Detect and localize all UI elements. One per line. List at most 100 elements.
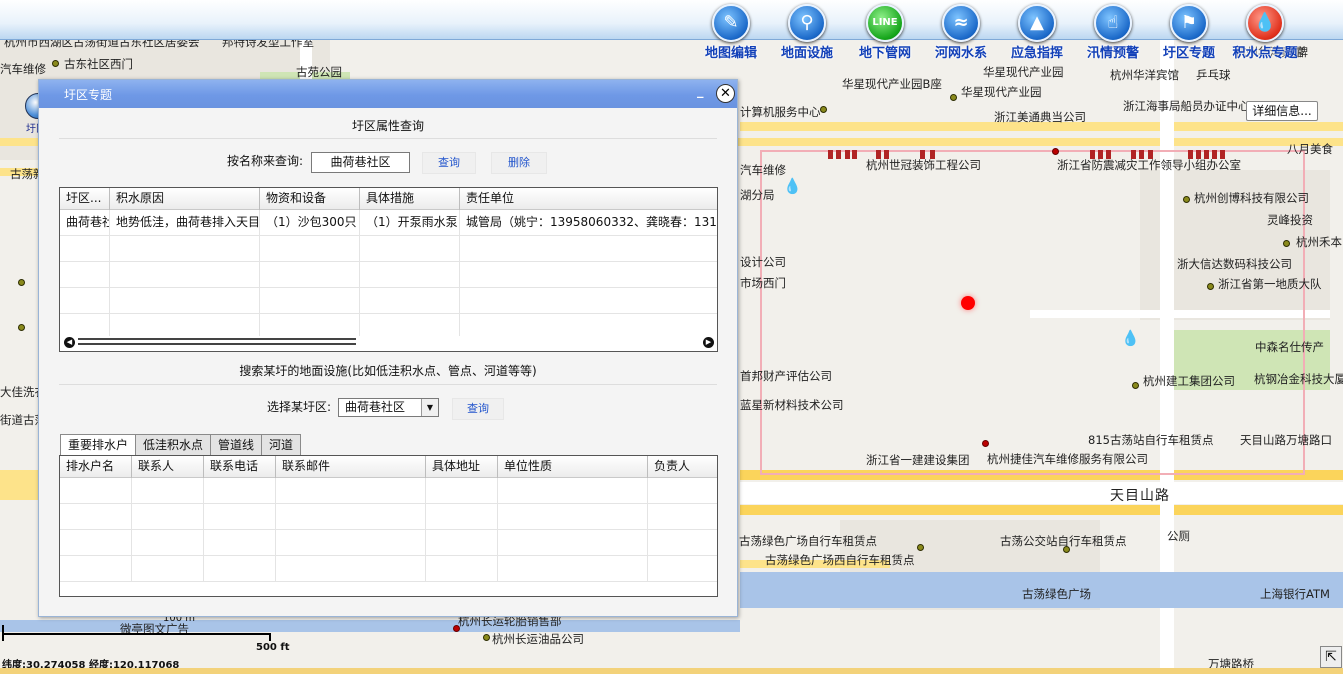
table-cell bbox=[360, 288, 460, 314]
detail-info-button[interactable]: 详细信息... bbox=[1246, 101, 1318, 121]
table-cell bbox=[204, 478, 276, 504]
water-drop-icon[interactable]: 💧 bbox=[1121, 330, 1140, 346]
toolbar-map-edit-button[interactable]: ✎ 地图编辑 bbox=[696, 4, 766, 61]
chevron-down-icon[interactable]: ▼ bbox=[421, 399, 438, 416]
poi-dot[interactable] bbox=[483, 634, 490, 641]
ground-facility-icon: ⚲ bbox=[788, 4, 826, 42]
table-cell bbox=[260, 262, 360, 288]
column-header[interactable]: 具体地址 bbox=[426, 456, 498, 478]
table-row[interactable] bbox=[60, 288, 717, 314]
toolbar-label: 地下管网 bbox=[858, 46, 911, 61]
scroll-thumb[interactable] bbox=[78, 338, 356, 345]
tab-3[interactable]: 河道 bbox=[261, 434, 302, 455]
poi-dot[interactable] bbox=[820, 106, 827, 113]
table-cell bbox=[60, 288, 110, 314]
toolbar-label: 圩区专题 bbox=[1162, 46, 1215, 61]
map-label: 浙江海事局船员办证中心 bbox=[1123, 99, 1250, 113]
poi-dot[interactable] bbox=[950, 94, 957, 101]
toolbar-waterlogging-button[interactable]: 💧 积水点专题 bbox=[1230, 4, 1300, 61]
poi-marker[interactable] bbox=[852, 150, 857, 159]
scroll-left-icon[interactable]: ◀ bbox=[64, 337, 75, 348]
flood-warning-icon: ☝ bbox=[1094, 4, 1132, 42]
table-cell bbox=[360, 236, 460, 262]
poi-dot[interactable] bbox=[1183, 196, 1190, 203]
query-button[interactable]: 查询 bbox=[422, 152, 476, 174]
map-label: 浙江美通典当公司 bbox=[994, 110, 1086, 124]
table-cell bbox=[204, 504, 276, 530]
table-row[interactable] bbox=[60, 504, 717, 530]
table-cell bbox=[426, 556, 498, 582]
delete-button[interactable]: 删除 bbox=[491, 152, 547, 174]
poi-dot[interactable] bbox=[1132, 382, 1139, 389]
toolbar-flood-warning-button[interactable]: ☝ 汛情预警 bbox=[1078, 4, 1148, 61]
selected-polder-marker[interactable] bbox=[961, 296, 975, 310]
poi-dot[interactable] bbox=[52, 60, 59, 67]
polder-select[interactable]: 曲荷巷社区 ▼ bbox=[338, 398, 439, 417]
map-label: 湖分局 bbox=[740, 188, 775, 202]
poi-marker[interactable] bbox=[845, 150, 850, 159]
map-label: 华星现代产业园B座 bbox=[842, 77, 942, 91]
toolbar-underground-pipe-button[interactable]: LINE 地下管网 bbox=[850, 4, 920, 61]
column-header[interactable]: 联系邮件 bbox=[276, 456, 426, 478]
toolbar-ground-facility-button[interactable]: ⚲ 地面设施 bbox=[772, 4, 842, 61]
map-label: 灵峰投资 bbox=[1267, 213, 1313, 227]
minimize-icon[interactable]: _ bbox=[697, 84, 711, 102]
toolbar-polder-button[interactable]: ⚑ 圩区专题 bbox=[1154, 4, 1224, 61]
scroll-right-icon[interactable]: ▶ bbox=[703, 337, 714, 348]
column-header[interactable]: 单位性质 bbox=[498, 456, 648, 478]
table-cell bbox=[460, 288, 717, 314]
horizontal-scrollbar[interactable]: ◀ ▶ bbox=[60, 336, 717, 350]
map-label: 汽车维修 bbox=[0, 62, 46, 76]
query-button-2[interactable]: 查询 bbox=[452, 398, 504, 420]
poi-dot[interactable] bbox=[18, 324, 25, 331]
poi-dot[interactable] bbox=[18, 279, 25, 286]
map-label: 浙江省防震减灾工作领导小组办公室 bbox=[1057, 158, 1241, 172]
poi-dot[interactable] bbox=[982, 440, 989, 447]
map-label: 八月美食 bbox=[1287, 142, 1333, 156]
map-label: 浙大信达数码科技公司 bbox=[1177, 257, 1292, 271]
column-header[interactable]: 负责人 bbox=[648, 456, 717, 478]
panel-titlebar[interactable]: 圩区专题 _ ✕ bbox=[39, 80, 737, 108]
column-header[interactable]: 责任单位 bbox=[460, 188, 717, 210]
table-row[interactable] bbox=[60, 530, 717, 556]
column-header[interactable]: 圩区... bbox=[60, 188, 110, 210]
tab-1[interactable]: 低洼积水点 bbox=[135, 434, 212, 455]
table-row[interactable] bbox=[60, 478, 717, 504]
column-header[interactable]: 物资和设备 bbox=[260, 188, 360, 210]
table-row[interactable] bbox=[60, 236, 717, 262]
toolbar-river-network-button[interactable]: ≈ 河网水系 bbox=[926, 4, 996, 61]
column-header[interactable]: 具体措施 bbox=[360, 188, 460, 210]
table-cell bbox=[498, 504, 648, 530]
table-row[interactable] bbox=[60, 262, 717, 288]
table-row[interactable] bbox=[60, 556, 717, 582]
column-header[interactable]: 联系电话 bbox=[204, 456, 276, 478]
table-cell bbox=[648, 504, 717, 530]
map-label: 815古荡站自行车租赁点 bbox=[1088, 433, 1214, 447]
poi-dot[interactable] bbox=[1207, 283, 1214, 290]
column-header[interactable]: 积水原因 bbox=[110, 188, 260, 210]
close-icon[interactable]: ✕ bbox=[716, 84, 735, 103]
toolbar-emergency-command-button[interactable]: ▲ 应急指挥 bbox=[1002, 4, 1072, 61]
poi-dot[interactable] bbox=[1283, 240, 1290, 247]
expand-corner-icon[interactable]: ⇱ bbox=[1320, 646, 1342, 668]
polder-panel: 圩区专题 _ ✕ 圩区属性查询 按名称来查询: 曲荷巷社区 查询 删除 圩区..… bbox=[38, 79, 738, 617]
poi-marker[interactable] bbox=[828, 150, 833, 159]
poi-dot[interactable] bbox=[917, 544, 924, 551]
table-cell bbox=[360, 262, 460, 288]
water-drop-icon[interactable]: 💧 bbox=[783, 178, 802, 194]
tab-2[interactable]: 管道线 bbox=[210, 434, 263, 455]
map-label: 乒乓球 bbox=[1196, 68, 1231, 82]
tab-0[interactable]: 重要排水户 bbox=[60, 434, 137, 456]
map-label: 华星现代产业园 bbox=[961, 85, 1042, 99]
poi-dot[interactable] bbox=[1052, 148, 1059, 155]
column-header[interactable]: 排水户名 bbox=[60, 456, 132, 478]
poi-marker[interactable] bbox=[836, 150, 841, 159]
map-label: 古苑公园 bbox=[296, 65, 342, 79]
table-cell bbox=[648, 478, 717, 504]
column-header[interactable]: 联系人 bbox=[132, 456, 204, 478]
table-row[interactable]: 曲荷巷社区地势低洼，曲荷巷排入天目山路（1）沙包300只（1）开泵雨水泵城管局（… bbox=[60, 210, 717, 236]
drainage-table: 排水户名 联系人 联系电话 联系邮件 具体地址 单位性质 负责人 bbox=[59, 455, 718, 597]
name-query-input[interactable]: 曲荷巷社区 bbox=[311, 152, 410, 173]
facility-tabs: 重要排水户 低洼积水点 管道线 河道 bbox=[60, 434, 302, 456]
table-cell bbox=[60, 478, 132, 504]
